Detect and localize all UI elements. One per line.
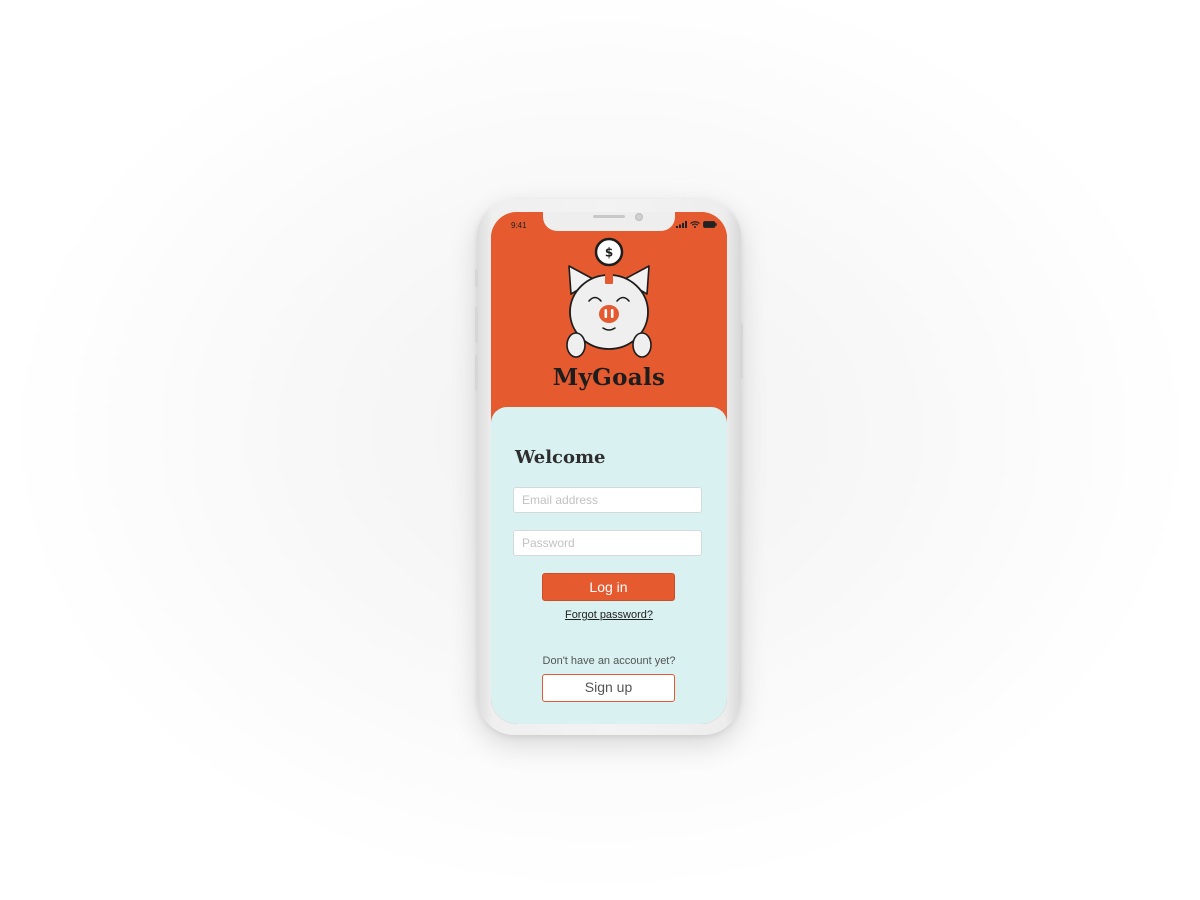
coin-icon: $ (594, 237, 624, 267)
phone-notch (543, 212, 675, 231)
background: 9:41 $ MyGoals Welcome Email address Log… (0, 0, 1200, 900)
password-field[interactable] (513, 530, 702, 556)
volume-down-button (475, 355, 478, 391)
login-card: Welcome Log in Forgot password? Don't ha… (491, 407, 727, 724)
mute-switch (475, 269, 478, 287)
welcome-heading: Welcome (515, 447, 606, 468)
power-button (740, 323, 743, 379)
status-icons (676, 221, 717, 228)
signal-icon (676, 221, 687, 228)
speaker-grille (593, 215, 625, 218)
status-time: 9:41 (511, 221, 527, 230)
header-area: $ MyGoals (491, 212, 727, 422)
front-camera (635, 213, 643, 221)
app-screen: 9:41 $ MyGoals Welcome Email address Log… (491, 212, 727, 724)
piggy-bank-icon (566, 265, 652, 358)
forgot-password-link[interactable]: Forgot password? (491, 609, 727, 621)
no-account-text: Don't have an account yet? (542, 655, 676, 667)
app-name: MyGoals (552, 364, 666, 391)
email-field[interactable] (513, 487, 702, 513)
wifi-icon (690, 221, 700, 228)
coin-symbol: $ (605, 246, 613, 260)
volume-up-button (475, 307, 478, 343)
signup-button[interactable]: Sign up (542, 674, 675, 702)
login-button[interactable]: Log in (542, 573, 675, 601)
phone-mockup: 9:41 $ MyGoals Welcome Email address Log… (475, 199, 743, 735)
battery-icon (703, 221, 717, 228)
